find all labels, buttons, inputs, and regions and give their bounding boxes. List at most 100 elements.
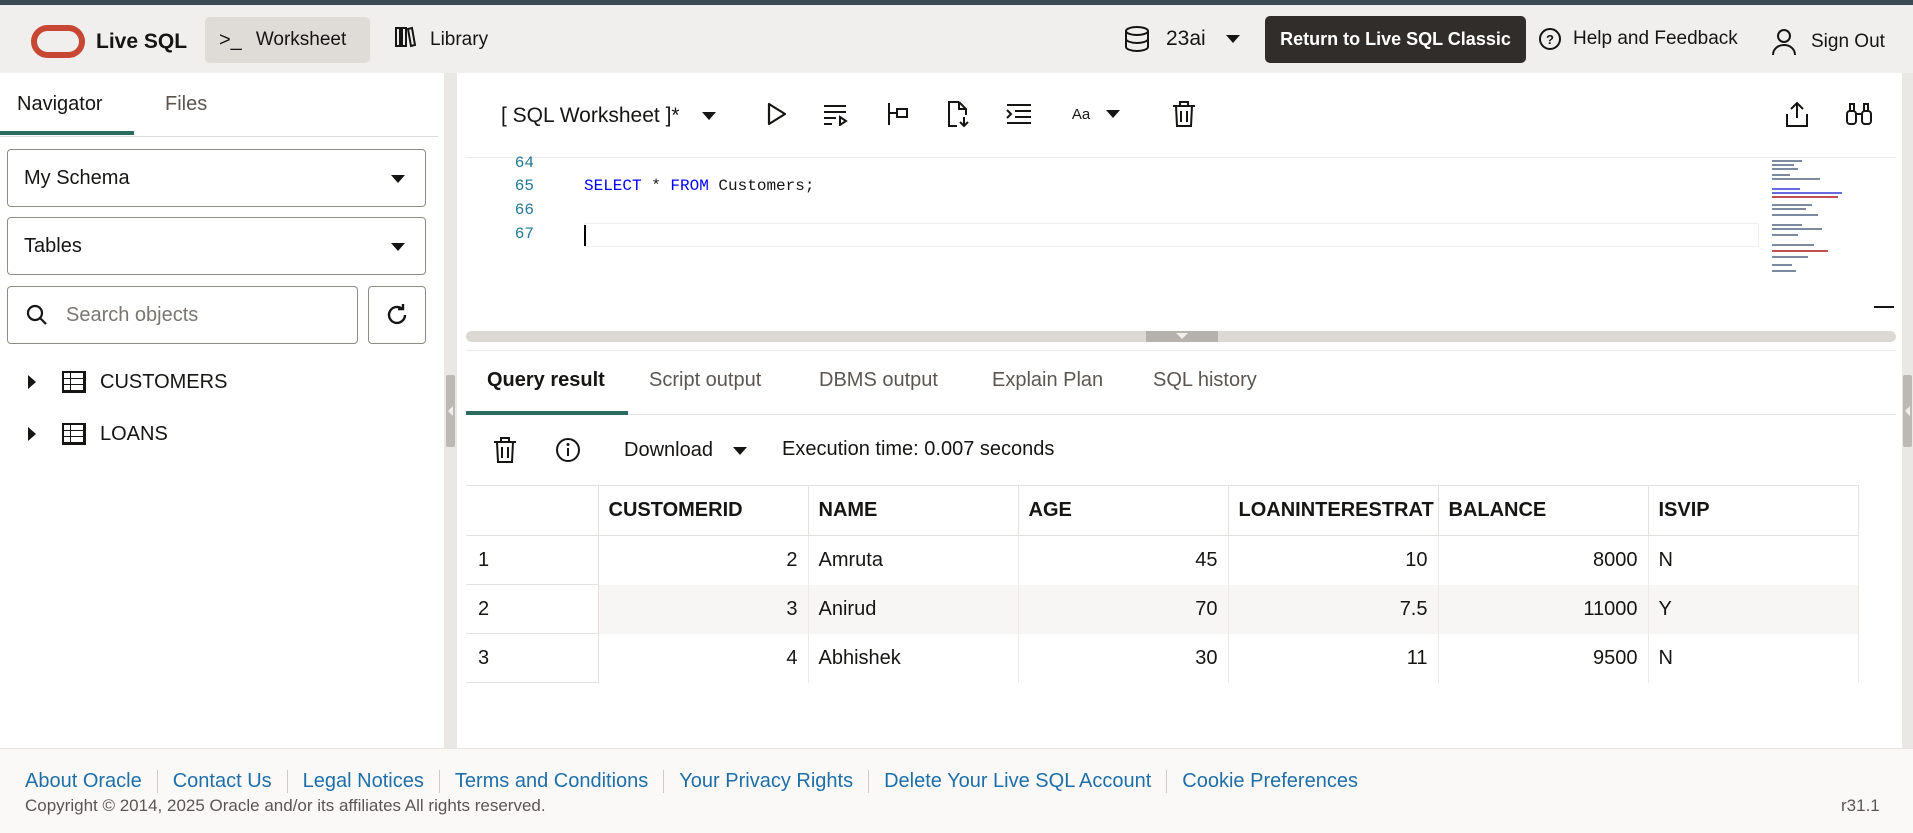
collapse-right-handle[interactable] xyxy=(1903,375,1912,447)
column-header[interactable]: ISVIP xyxy=(1648,485,1859,536)
autotrace-button[interactable] xyxy=(943,99,973,129)
tab-dbms-output[interactable]: DBMS output xyxy=(819,369,938,392)
cell-name[interactable]: Amruta xyxy=(808,535,1019,585)
schema-select-value: My Schema xyxy=(24,166,130,189)
worksheet-name-menu[interactable]: [ SQL Worksheet ]* xyxy=(501,104,716,128)
search-objects-input[interactable] xyxy=(66,303,326,327)
play-icon xyxy=(767,102,787,126)
splitter-handle[interactable] xyxy=(1146,331,1218,342)
column-header[interactable]: LOANINTERESTRAT xyxy=(1228,485,1439,536)
expand-icon[interactable] xyxy=(28,427,36,441)
column-header[interactable]: AGE xyxy=(1018,485,1229,536)
table-row[interactable]: 2 3 Anirud 70 7.5 11000 Y xyxy=(466,584,1859,634)
row-number: 3 xyxy=(466,633,599,683)
sign-out-link[interactable]: Sign Out xyxy=(1771,28,1885,56)
cell-customerid[interactable]: 3 xyxy=(598,584,809,634)
top-bar: Live SQL >_ Worksheet Library 23ai Retur… xyxy=(0,5,1913,73)
tab-sql-history[interactable]: SQL history xyxy=(1153,369,1257,392)
nav-worksheet[interactable]: >_ Worksheet xyxy=(205,17,370,63)
table-row[interactable]: 1 2 Amruta 45 10 8000 N xyxy=(466,535,1859,585)
nav-library[interactable]: Library xyxy=(380,17,502,63)
explain-plan-button[interactable] xyxy=(882,99,912,129)
terminal-icon: >_ xyxy=(219,28,242,51)
column-header[interactable]: CUSTOMERID xyxy=(598,485,809,536)
font-size-menu[interactable]: Aa xyxy=(1066,99,1126,129)
results-tabs: Query result Script output DBMS output E… xyxy=(466,351,1896,415)
clear-results-button[interactable] xyxy=(490,435,520,465)
tab-script-output[interactable]: Script output xyxy=(649,369,761,392)
run-script-icon xyxy=(824,105,848,126)
cell-loaninterestrate[interactable]: 11 xyxy=(1228,633,1439,683)
tab-files[interactable]: Files xyxy=(165,93,207,116)
object-type-select-value: Tables xyxy=(24,234,82,257)
cell-isvip[interactable]: Y xyxy=(1648,584,1859,634)
code-editor[interactable]: 64 65 66 67 SELECT * FROM Customers; xyxy=(466,154,1896,342)
cell-loaninterestrate[interactable]: 10 xyxy=(1228,535,1439,585)
tree-item-customers[interactable]: CUSTOMERS xyxy=(0,362,438,402)
chevron-down-icon xyxy=(1225,35,1240,43)
help-feedback-link[interactable]: ? Help and Feedback xyxy=(1539,28,1738,50)
column-header[interactable]: BALANCE xyxy=(1438,485,1649,536)
return-classic-button[interactable]: Return to Live SQL Classic xyxy=(1265,16,1526,63)
cell-age[interactable]: 45 xyxy=(1018,535,1229,585)
cell-name[interactable]: Abhishek xyxy=(808,633,1019,683)
worksheet-name: [ SQL Worksheet ]* xyxy=(501,104,680,127)
cell-loaninterestrate[interactable]: 7.5 xyxy=(1228,584,1439,634)
cell-balance[interactable]: 11000 xyxy=(1438,584,1649,634)
footer-link-legal-notices[interactable]: Legal Notices xyxy=(286,770,439,793)
row-number-header xyxy=(466,485,599,536)
footer-link-contact-us[interactable]: Contact Us xyxy=(156,770,287,793)
right-splitter[interactable] xyxy=(1902,73,1913,748)
editor-results-splitter[interactable] xyxy=(466,331,1896,342)
tree-item-loans[interactable]: LOANS xyxy=(0,414,438,454)
cell-age[interactable]: 70 xyxy=(1018,584,1229,634)
footer-link-cookie-preferences[interactable]: Cookie Preferences xyxy=(1166,770,1373,793)
object-type-select[interactable]: Tables xyxy=(7,217,426,275)
footer-link-delete-account[interactable]: Delete Your Live SQL Account xyxy=(868,770,1166,793)
cell-balance[interactable]: 9500 xyxy=(1438,633,1649,683)
refresh-button[interactable] xyxy=(368,286,426,344)
cell-age[interactable]: 30 xyxy=(1018,633,1229,683)
navigator-tabs: Navigator Files xyxy=(0,73,438,137)
tree-item-label: CUSTOMERS xyxy=(100,370,228,393)
footer-links: About Oracle Contact Us Legal Notices Te… xyxy=(25,770,1373,793)
expand-icon[interactable] xyxy=(28,375,36,389)
format-button[interactable] xyxy=(1004,99,1034,129)
cell-name[interactable]: Anirud xyxy=(808,584,1019,634)
version-label: r31.1 xyxy=(1841,796,1880,815)
download-menu[interactable]: Download xyxy=(624,439,747,462)
find-button[interactable] xyxy=(1844,99,1874,129)
code-minimap[interactable] xyxy=(1760,158,1860,286)
cell-customerid[interactable]: 4 xyxy=(598,633,809,683)
column-header[interactable]: NAME xyxy=(808,485,1019,536)
chevron-down-icon xyxy=(1106,110,1121,118)
results-grid: CUSTOMERID NAME AGE LOANINTERESTRAT BALA… xyxy=(466,485,1859,683)
share-button[interactable] xyxy=(1782,99,1812,129)
text-cursor xyxy=(584,225,586,246)
tab-explain-plan[interactable]: Explain Plan xyxy=(992,369,1103,392)
footer-link-terms[interactable]: Terms and Conditions xyxy=(438,770,663,793)
run-statement-button[interactable] xyxy=(762,99,792,129)
clear-editor-button[interactable] xyxy=(1169,99,1199,129)
explain-plan-icon xyxy=(888,103,908,125)
cell-customerid[interactable]: 2 xyxy=(598,535,809,585)
collapse-left-handle[interactable] xyxy=(446,375,455,447)
tab-query-result[interactable]: Query result xyxy=(487,369,605,392)
database-version-select[interactable]: 23ai xyxy=(1124,25,1240,53)
run-script-button[interactable] xyxy=(821,99,851,129)
cell-isvip[interactable]: N xyxy=(1648,633,1859,683)
left-splitter[interactable] xyxy=(444,73,457,748)
cell-balance[interactable]: 8000 xyxy=(1438,535,1649,585)
schema-select[interactable]: My Schema xyxy=(7,149,426,207)
info-button[interactable] xyxy=(553,435,583,465)
upload-icon xyxy=(1786,101,1808,127)
footer-link-privacy-rights[interactable]: Your Privacy Rights xyxy=(663,770,868,793)
table-row[interactable]: 3 4 Abhishek 30 11 9500 N xyxy=(466,633,1859,683)
footer-link-about-oracle[interactable]: About Oracle xyxy=(25,770,157,793)
tab-navigator[interactable]: Navigator xyxy=(17,93,103,116)
cell-isvip[interactable]: N xyxy=(1648,535,1859,585)
oracle-logo[interactable] xyxy=(31,25,85,58)
line-number: 65 xyxy=(514,177,534,195)
chevron-down-icon xyxy=(391,243,405,251)
active-tab-indicator xyxy=(0,131,134,135)
